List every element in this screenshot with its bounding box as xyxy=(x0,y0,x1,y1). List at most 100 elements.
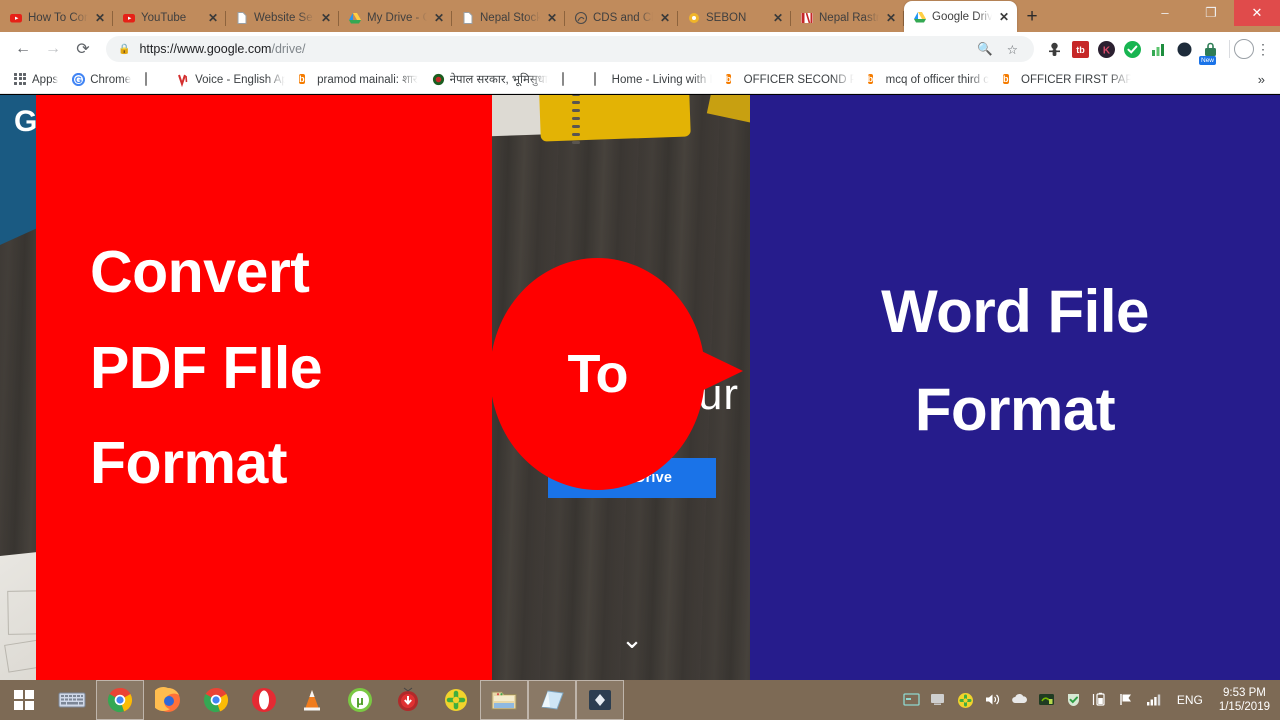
tab-close-icon[interactable]: ✕ xyxy=(884,11,898,25)
extension-tb-icon[interactable]: tb xyxy=(1072,40,1089,58)
browser-tab-3[interactable]: My Drive - G ✕ xyxy=(339,4,452,32)
tab-close-icon[interactable]: ✕ xyxy=(771,11,785,25)
bookmark-label: Home - Living with IC xyxy=(611,73,712,86)
kebab-menu-icon[interactable]: ⋮ xyxy=(1254,42,1272,56)
nvidia-icon[interactable] xyxy=(1038,692,1055,709)
google-drive-icon xyxy=(913,10,927,24)
window-minimize-button[interactable]: – xyxy=(1142,0,1188,26)
bookmark-mcq-officer-third[interactable]: b mcq of officer third c xyxy=(861,69,996,91)
bookmark-pramod-mainali[interactable]: b pramod mainali: शार xyxy=(292,69,425,91)
bookmark-apps[interactable]: Apps xyxy=(7,69,65,91)
bookmark-label: OFFICER SECOND PA xyxy=(743,73,854,86)
language-indicator[interactable]: ENG xyxy=(1173,693,1207,707)
flag-action-center-icon[interactable] xyxy=(1119,692,1136,709)
extensions-tray: tb K xyxy=(1040,40,1225,65)
star-icon[interactable]: ☆ xyxy=(1007,42,1018,57)
chrome-icon[interactable] xyxy=(96,680,144,720)
overlay-left-text: Convert PDF FIle Format xyxy=(90,225,460,512)
page-icon xyxy=(561,71,575,87)
window-close-button[interactable]: ✕ xyxy=(1234,0,1280,26)
bookmark-officer-first-paper[interactable]: b OFFICER FIRST PAPER xyxy=(996,69,1138,91)
browser-tab-6[interactable]: SEBON ✕ xyxy=(678,4,791,32)
window-maximize-button[interactable]: ❐ xyxy=(1188,0,1234,26)
address-bar-url: https://www.google.com/drive/ xyxy=(139,42,305,56)
browser-tab-8-active[interactable]: Google Driv ✕ xyxy=(904,1,1017,32)
bookmark-home-living-with[interactable]: Home - Living with IC xyxy=(587,69,719,91)
volume-icon[interactable] xyxy=(984,692,1001,709)
firefox-icon[interactable] xyxy=(144,680,192,720)
search-zoom-icon[interactable]: 🔍 xyxy=(977,42,993,57)
clock[interactable]: 9:53 PM 1/15/2019 xyxy=(1217,686,1270,714)
overlay-left-red-panel: Convert PDF FIle Format xyxy=(36,95,492,680)
opera-icon[interactable] xyxy=(240,680,288,720)
network-signal-icon[interactable] xyxy=(1146,692,1163,709)
bookmark-voice[interactable]: Voice - English Aptitu xyxy=(170,69,292,91)
antivirus-shield-icon[interactable] xyxy=(1065,692,1082,709)
browser-tab-0[interactable]: How To Con ✕ xyxy=(0,4,113,32)
tab-close-icon[interactable]: ✕ xyxy=(545,11,559,25)
apps-grid-icon xyxy=(14,72,27,87)
page-icon xyxy=(593,71,607,87)
extension-astronaut-icon[interactable] xyxy=(1046,41,1063,58)
to-badge-label: To xyxy=(567,344,629,404)
extension-grammarly-icon[interactable] xyxy=(1176,41,1193,58)
tab-close-icon[interactable]: ✕ xyxy=(432,11,446,25)
browser-tab-4[interactable]: Nepal Stock ✕ xyxy=(452,4,565,32)
svg-text:G: G xyxy=(75,74,82,84)
address-bar[interactable]: 🔒 https://www.google.com/drive/ 🔍 ☆ xyxy=(106,36,1034,62)
browser-tab-7[interactable]: Nepal Rastr ✕ xyxy=(791,4,904,32)
browser-tab-1[interactable]: YouTube ✕ xyxy=(113,4,226,32)
sebon-icon xyxy=(687,11,701,25)
bookmark-page-1[interactable] xyxy=(138,69,170,91)
tab-close-icon[interactable]: ✕ xyxy=(658,11,672,25)
reload-button[interactable]: ⟳ xyxy=(68,34,98,64)
bookmark-label: Voice - English Aptitu xyxy=(195,73,286,86)
bookmark-nepal-gov[interactable]: नेपाल सरकार, भूमिसुधा xyxy=(425,69,555,91)
tab-close-icon[interactable]: ✕ xyxy=(206,11,220,25)
sticky-notes-icon[interactable] xyxy=(528,680,576,720)
page-icon xyxy=(235,11,249,25)
battery-icon[interactable] xyxy=(1092,692,1109,709)
new-tab-button[interactable]: + xyxy=(1017,4,1047,32)
utorrent-icon[interactable]: µ xyxy=(336,680,384,720)
bookmarks-overflow-button[interactable]: » xyxy=(1250,72,1273,87)
browser-tab-2[interactable]: Website Se ✕ xyxy=(226,4,339,32)
tab-close-icon[interactable]: ✕ xyxy=(997,10,1011,24)
browser-tab-5[interactable]: CDS and Cle ✕ xyxy=(565,4,678,32)
tab-close-icon[interactable]: ✕ xyxy=(319,11,333,25)
bookmark-label: Apps xyxy=(32,73,59,86)
extension-dark-icon[interactable]: K xyxy=(1098,40,1115,58)
extension-lock-new-icon[interactable] xyxy=(1199,41,1219,65)
idm-icon[interactable] xyxy=(384,680,432,720)
windows-start-icon[interactable] xyxy=(0,680,48,720)
file-explorer-icon[interactable] xyxy=(480,680,528,720)
tab-close-icon[interactable]: ✕ xyxy=(93,11,107,25)
toolbar-divider xyxy=(1229,40,1230,58)
extension-check-icon[interactable] xyxy=(1124,40,1141,58)
extension-chart-icon[interactable] xyxy=(1150,41,1167,58)
bookmark-chrome[interactable]: G Chrome xyxy=(65,69,138,91)
bookmark-label: pramod mainali: शार xyxy=(317,74,418,86)
bookmark-officer-second-paper[interactable]: b OFFICER SECOND PA xyxy=(719,69,861,91)
wondershare-icon[interactable] xyxy=(576,680,624,720)
bookmark-page-2[interactable] xyxy=(555,69,587,91)
omnibox-actions: 🔍 ☆ xyxy=(977,42,1022,57)
back-button[interactable]: ← xyxy=(8,34,38,64)
smadav-tray-icon[interactable] xyxy=(957,692,974,709)
keyboard-icon[interactable] xyxy=(48,680,96,720)
tab-title: Google Driv xyxy=(932,10,992,23)
monitor-icon[interactable] xyxy=(930,692,947,709)
chrome-canary-icon[interactable] xyxy=(192,680,240,720)
onedrive-icon[interactable] xyxy=(1011,692,1028,709)
tab-title: My Drive - G xyxy=(367,12,427,24)
show-hidden-icons-icon[interactable] xyxy=(903,692,920,709)
forward-button[interactable]: → xyxy=(38,34,68,64)
chevron-down-icon[interactable]: ⌄ xyxy=(618,626,646,652)
vlc-icon[interactable] xyxy=(288,680,336,720)
blogger-icon: b xyxy=(867,73,874,84)
profile-avatar-icon[interactable] xyxy=(1234,39,1254,59)
bookmarks-bar: Apps G Chrome Voice - English Aptitu b xyxy=(0,66,1280,94)
tab-title: Nepal Stock xyxy=(480,12,540,24)
smadav-icon[interactable] xyxy=(432,680,480,720)
google-logo: G xyxy=(14,105,38,138)
